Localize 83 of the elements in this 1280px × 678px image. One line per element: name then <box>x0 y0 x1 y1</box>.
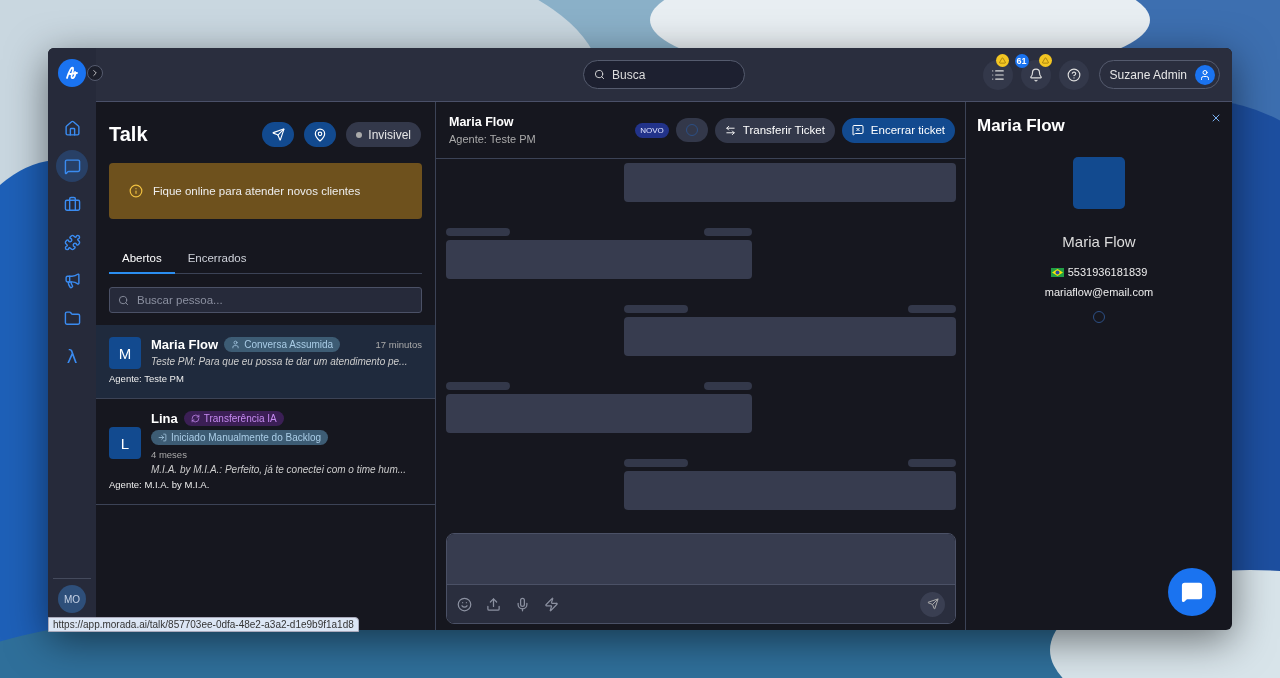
loading-icon <box>675 118 708 142</box>
tab[interactable]: Abertos <box>109 252 175 274</box>
skeleton-line <box>704 228 752 236</box>
emoji-icon <box>457 596 472 612</box>
home-icon <box>63 119 81 137</box>
skeleton-line <box>624 305 688 313</box>
bell-icon <box>1028 67 1043 82</box>
help-icon <box>1066 67 1081 82</box>
flag-icon <box>1050 267 1064 277</box>
location-button[interactable] <box>304 122 337 147</box>
briefcase-icon <box>63 195 81 213</box>
list-icon <box>990 67 1005 82</box>
search-icon <box>118 294 129 306</box>
nav-button[interactable] <box>56 150 88 182</box>
email-text: mariaflow@email.com <box>1044 286 1154 298</box>
chat-title: Maria Flow <box>449 115 515 129</box>
time-text: 4 meses <box>151 449 188 460</box>
skeleton-line <box>624 459 688 467</box>
contact-name: Maria Flow <box>151 337 219 352</box>
send-button[interactable] <box>262 122 295 147</box>
message-preview: Teste PM: Para que eu possa te dar um atendimento pe... <box>151 356 409 367</box>
lambda-button[interactable]: λ <box>56 340 88 372</box>
chevron-right-icon <box>90 68 100 78</box>
expand-button[interactable] <box>87 65 103 81</box>
message-preview: M.I.A. by M.I.A.: Perfeito, já te conectei com o time hum... <box>151 464 408 475</box>
help-button[interactable] <box>1058 59 1089 90</box>
skeleton-line <box>446 382 510 390</box>
user-avatar[interactable]: MO <box>58 585 86 613</box>
list-button[interactable] <box>982 59 1013 90</box>
folder-icon <box>63 309 81 327</box>
message-x-icon <box>851 124 864 136</box>
info-icon <box>129 184 143 198</box>
user-menu-button[interactable]: Suzane Admin <box>1098 60 1220 89</box>
close-ticket-button[interactable]: Encerrar ticket <box>841 117 955 143</box>
transfer-button[interactable]: Transferir Ticket <box>714 117 835 143</box>
new-badge: NOVO <box>635 122 669 138</box>
search-icon <box>594 69 605 80</box>
agent-text: Agente: M.I.A. by M.I.A. <box>109 479 211 490</box>
conversation-item[interactable]: L Lina Transferência IA Iniciado Manualmente do Backlog 4 meses M.I.A. by M.I.A.: Perfeito, já te conectei com o time hum... Agente: M.I.A. by M.I.A. <box>96 399 435 505</box>
chat-icon <box>63 157 81 175</box>
close-button[interactable] <box>1210 112 1222 124</box>
time-text: 17 minutos <box>375 339 422 350</box>
contact-name: Maria Flow <box>1062 233 1136 250</box>
skeleton-line <box>908 459 956 467</box>
count-badge: 61 <box>1014 53 1029 68</box>
search-field[interactable]: Buscar pessoa... <box>109 287 422 313</box>
status-button[interactable]: Invisivel <box>346 122 421 147</box>
map-pin-icon <box>313 127 328 142</box>
user-icon <box>231 340 241 349</box>
chat-icon <box>1181 581 1203 603</box>
contact-title: Maria Flow <box>977 116 1065 136</box>
arrows-icon <box>724 124 736 136</box>
upload-icon <box>486 596 501 612</box>
phone-text: 5531936181839 <box>1067 266 1148 278</box>
skeleton-line <box>446 228 510 236</box>
status-tag: Conversa Assumida <box>224 337 341 352</box>
skeleton-line <box>908 305 956 313</box>
status-tag: Transferência IA <box>183 411 284 426</box>
send-icon <box>271 128 285 141</box>
tab[interactable]: Encerrados <box>174 252 260 274</box>
send-icon <box>926 598 939 610</box>
agent-text: Agente: Teste PM <box>449 133 536 145</box>
agent-text: Agente: Teste PM <box>109 373 185 384</box>
refresh-icon <box>190 414 200 423</box>
contact-avatar: L <box>109 427 141 459</box>
puzzle-icon <box>63 233 81 251</box>
chat-support-button[interactable] <box>1168 568 1216 616</box>
status-tag: Iniciado Manualmente do Backlog <box>151 430 329 445</box>
search-field[interactable]: Busca <box>583 60 745 89</box>
user-icon <box>1195 64 1215 85</box>
contact-avatar <box>1073 157 1125 209</box>
login-icon <box>158 433 167 442</box>
megaphone-icon <box>63 271 81 289</box>
conversation-item[interactable]: M Maria Flow Conversa Assumida 17 minutos Teste PM: Para que eu possa te dar um atendimento pe... Agente: Teste PM <box>96 325 435 399</box>
microphone-icon <box>515 596 530 612</box>
contact-avatar: M <box>109 337 141 369</box>
logo-icon <box>58 59 86 87</box>
status-url: https://app.morada.ai/talk/857703ee-0dfa-48e2-a3a2-d1e9b9f1a1d8 <box>48 617 359 632</box>
lightning-icon <box>544 596 559 612</box>
panel-title: Talk <box>109 123 148 146</box>
alert-text: Fique online para atender novos clientes <box>153 185 361 197</box>
skeleton-line <box>704 382 752 390</box>
contact-name: Lina <box>151 411 178 426</box>
